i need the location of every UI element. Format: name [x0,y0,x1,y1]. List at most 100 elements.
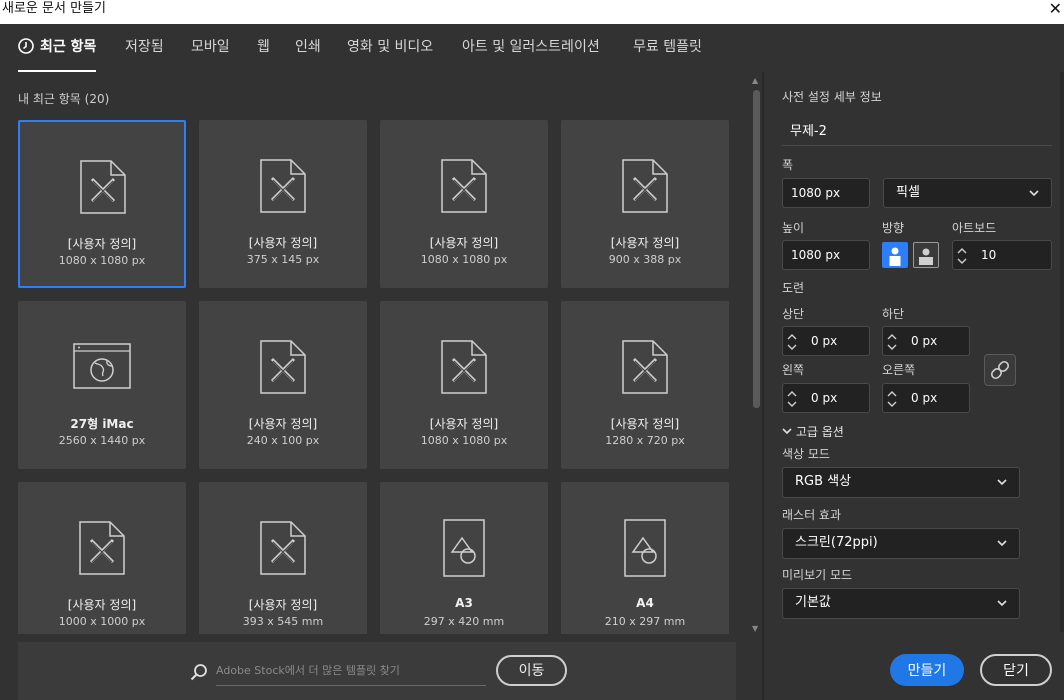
chevron-down-icon [997,600,1007,607]
width-label: 폭 [782,158,794,172]
advanced-options-label: 고급 옵션 [795,425,844,439]
right-bleed-label: 오른쪽 [882,363,916,377]
stepper-arrows-icon[interactable] [787,329,797,355]
top-bleed-stepper[interactable]: 0 px [782,326,870,356]
custom-doc-icon [441,159,487,213]
left-bleed-stepper[interactable]: 0 px [782,383,870,413]
scroll-down-icon[interactable]: ▼ [752,624,758,633]
scrollbar-thumb[interactable] [753,90,760,408]
preset-card[interactable]: A3 297 x 420 mm [380,482,548,634]
preset-name: [사용자 정의] [429,417,499,431]
preset-size: 1080 x 1080 px [420,434,508,447]
preset-size: 1080 x 1080 px [420,253,508,266]
tab-recent[interactable]: 최근 항목 [18,24,97,72]
preset-name: [사용자 정의] [610,417,680,431]
preset-card[interactable]: [사용자 정의] 900 x 388 px [561,120,729,288]
chevron-down-icon [782,428,792,435]
preset-size: 297 x 420 mm [423,615,505,628]
close-icon[interactable]: ✕ [1049,0,1062,18]
custom-doc-icon [260,521,306,575]
bottom-bleed-value: 0 px [911,334,938,348]
color-mode-dropdown[interactable]: RGB 색상 [782,467,1020,498]
preset-size: 2560 x 1440 px [58,434,146,447]
custom-doc-icon [441,340,487,394]
stepper-arrows-icon[interactable] [787,386,797,412]
stock-search-input[interactable] [216,656,486,686]
tab-saved[interactable]: 저장됨 [125,24,164,72]
top-bleed-label: 상단 [782,307,805,321]
preset-name: 27형 iMac [70,417,134,431]
preset-card[interactable]: 27형 iMac 2560 x 1440 px [18,301,186,469]
stepper-arrows-icon[interactable] [887,386,897,412]
left-bleed-label: 왼쪽 [782,363,805,377]
custom-doc-icon [622,340,668,394]
link-bleed-button[interactable] [984,354,1016,386]
stepper-arrows-icon[interactable] [887,329,897,355]
color-mode-label: 색상 모드 [782,447,830,461]
tab-mobile[interactable]: 모바일 [191,24,230,72]
preset-card[interactable]: [사용자 정의] 1080 x 1080 px [18,120,186,288]
preset-size: 240 x 100 px [246,434,320,447]
tab-print[interactable]: 인쇄 [295,24,321,72]
preset-card[interactable]: [사용자 정의] 1080 x 1080 px [380,120,548,288]
chevron-down-icon [1029,190,1039,197]
artboard-label: 아트보드 [952,221,997,235]
document-name-field[interactable]: 무제-2 [782,110,1052,146]
custom-doc-icon [79,521,125,575]
preset-card[interactable]: [사용자 정의] 393 x 545 mm [199,482,367,634]
clock-icon [18,38,34,54]
category-tabs: 최근 항목 저장됨 모바일 웹 인쇄 영화 및 비디오 아트 및 일러스트레이션… [0,24,1064,72]
tab-art-illustration[interactable]: 아트 및 일러스트레이션 [462,24,600,72]
grid-scrollbar[interactable]: ▲ ▼ [751,76,761,634]
preview-mode-label: 미리보기 모드 [782,568,853,582]
preset-card[interactable]: [사용자 정의] 1280 x 720 px [561,301,729,469]
raster-effects-label: 래스터 효과 [782,508,842,522]
artboard-value: 10 [981,248,997,262]
details-scrollbar[interactable] [1060,72,1064,632]
search-icon [190,664,207,681]
orientation-label: 방향 [882,221,905,235]
tab-label: 아트 및 일러스트레이션 [462,39,600,55]
width-field[interactable]: 1080 px [782,178,870,208]
chevron-down-icon [997,540,1007,547]
tab-film-video[interactable]: 영화 및 비디오 [347,24,433,72]
height-label: 높이 [782,221,805,235]
preset-card[interactable]: [사용자 정의] 1000 x 1000 px [18,482,186,634]
bottom-bleed-stepper[interactable]: 0 px [882,326,970,356]
tab-free-templates[interactable]: 무료 템플릿 [633,24,702,72]
preset-size: 1000 x 1000 px [58,615,146,628]
stepper-arrows-icon[interactable] [957,243,967,269]
color-mode-value: RGB 색상 [795,474,852,489]
preset-name: [사용자 정의] [67,598,137,612]
tab-label: 인쇄 [295,39,321,55]
preset-card[interactable]: [사용자 정의] 1080 x 1080 px [380,301,548,469]
height-field[interactable]: 1080 px [782,240,870,270]
close-button[interactable]: 닫기 [980,654,1052,686]
raster-effects-dropdown[interactable]: 스크린(72ppi) [782,528,1020,559]
preset-size: 210 x 297 mm [604,615,686,628]
portrait-icon [889,247,901,266]
preset-card[interactable]: A4 210 x 297 mm [561,482,729,634]
scroll-up-icon[interactable]: ▲ [752,76,758,85]
portrait-button[interactable] [882,242,908,268]
tab-label: 저장됨 [125,39,164,55]
print-doc-icon [443,519,485,577]
preview-mode-dropdown[interactable]: 기본값 [782,588,1020,619]
go-button[interactable]: 이동 [496,655,567,686]
preset-card[interactable]: [사용자 정의] 375 x 145 px [199,120,367,288]
preset-size: 1280 x 720 px [605,434,685,447]
create-button[interactable]: 만들기 [890,654,964,686]
landscape-button[interactable] [913,242,939,268]
preset-card[interactable]: [사용자 정의] 240 x 100 px [199,301,367,469]
preset-name: [사용자 정의] [248,236,318,250]
tab-label: 영화 및 비디오 [347,39,434,55]
unit-dropdown[interactable]: 픽셀 [883,178,1052,208]
preset-name: [사용자 정의] [248,598,318,612]
tab-web[interactable]: 웹 [257,24,270,72]
right-bleed-stepper[interactable]: 0 px [882,383,970,413]
chevron-down-icon [997,479,1007,486]
artboard-stepper[interactable]: 10 [952,240,1052,270]
preset-size: 900 x 388 px [608,253,682,266]
advanced-options-toggle[interactable]: 고급 옵션 [782,423,844,440]
preset-name: [사용자 정의] [429,236,499,250]
